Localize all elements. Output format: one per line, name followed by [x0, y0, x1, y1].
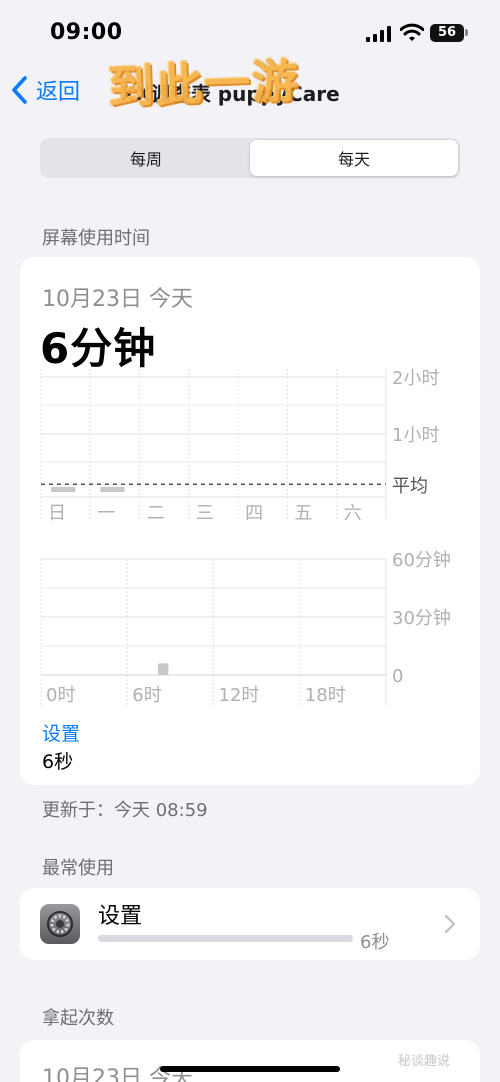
weekly-day-label: 日	[48, 503, 66, 524]
most-used-row-settings[interactable]: 设置 6秒	[20, 888, 480, 960]
hourly-bar	[158, 663, 169, 675]
weekly-y-label-2h: 2小时	[392, 368, 439, 389]
weekly-usage-chart: 2小时 1小时 平均 日 一 二 三 四 五 六	[40, 368, 439, 524]
top-app-duration: 6秒	[42, 751, 74, 773]
screen-time-section-header: 屏幕使用时间	[42, 228, 150, 249]
weekly-day-label: 三	[196, 503, 214, 524]
usage-app-name: 设置	[98, 904, 143, 929]
gear-icon	[47, 911, 73, 937]
hourly-x-label: 0时	[46, 685, 75, 706]
back-label: 返回	[36, 80, 81, 105]
usage-bar	[98, 935, 353, 942]
weekly-day-label: 四	[245, 503, 263, 524]
battery-cap	[465, 29, 468, 36]
most-used-section-header: 最常使用	[42, 858, 114, 879]
home-indicator[interactable]	[160, 1066, 340, 1072]
usage-app-time: 6秒	[360, 932, 390, 953]
chevron-left-icon	[12, 76, 27, 104]
weekly-day-label: 一	[97, 503, 115, 524]
status-time: 09:00	[50, 20, 123, 45]
top-app-link[interactable]: 设置	[42, 719, 80, 746]
weekly-grid	[41, 369, 387, 519]
back-button[interactable]: 返回	[10, 70, 80, 110]
weekly-bars	[51, 487, 125, 492]
pickups-section-header: 拿起次数	[42, 1008, 114, 1029]
watermark-sticker: 到此一游	[107, 53, 301, 115]
hourly-y-label-60: 60分钟	[392, 550, 451, 571]
period-segmented-control: 每周 每天	[40, 138, 460, 178]
wifi-icon	[400, 23, 424, 41]
chevron-right-icon	[444, 914, 456, 934]
battery-indicator: 56	[430, 24, 464, 42]
hourly-dividers	[40, 559, 301, 705]
hourly-x-labels: 0时 6时 12时 18时	[46, 685, 346, 706]
weekly-day-labels: 日一二三四五六	[48, 503, 362, 524]
hourly-y-label-0: 0	[392, 666, 403, 687]
average-label: 平均	[392, 476, 428, 497]
weekly-day-label: 二	[147, 503, 165, 524]
weekly-y-label-1h: 1小时	[392, 425, 439, 446]
hourly-x-label: 18时	[305, 685, 346, 706]
cellular-signal-icon	[366, 26, 391, 42]
segment-daily[interactable]: 每天	[250, 140, 458, 176]
hourly-bars	[158, 663, 169, 675]
weekly-bar	[51, 487, 76, 492]
hourly-x-label: 6时	[132, 685, 161, 706]
settings-app-icon	[40, 904, 80, 944]
hourly-x-label: 12时	[219, 685, 260, 706]
hourly-usage-chart: 60分钟 30分钟 0 0时 6时 12时 18时	[40, 550, 451, 706]
hourly-y-label-30: 30分钟	[392, 608, 451, 629]
screen-time-card: 10月23日 今天 6分钟 2小时 1小时 平均 日一二三四五六 60分钟 30…	[20, 257, 480, 785]
segment-weekly[interactable]: 每周	[42, 140, 250, 176]
updated-timestamp: 更新于：今天 08:59	[42, 800, 208, 821]
corner-watermark: 秘谈趣说	[398, 1054, 451, 1069]
weekly-bar	[100, 487, 125, 492]
weekly-day-label: 五	[294, 503, 312, 524]
weekly-day-label: 六	[344, 503, 362, 524]
